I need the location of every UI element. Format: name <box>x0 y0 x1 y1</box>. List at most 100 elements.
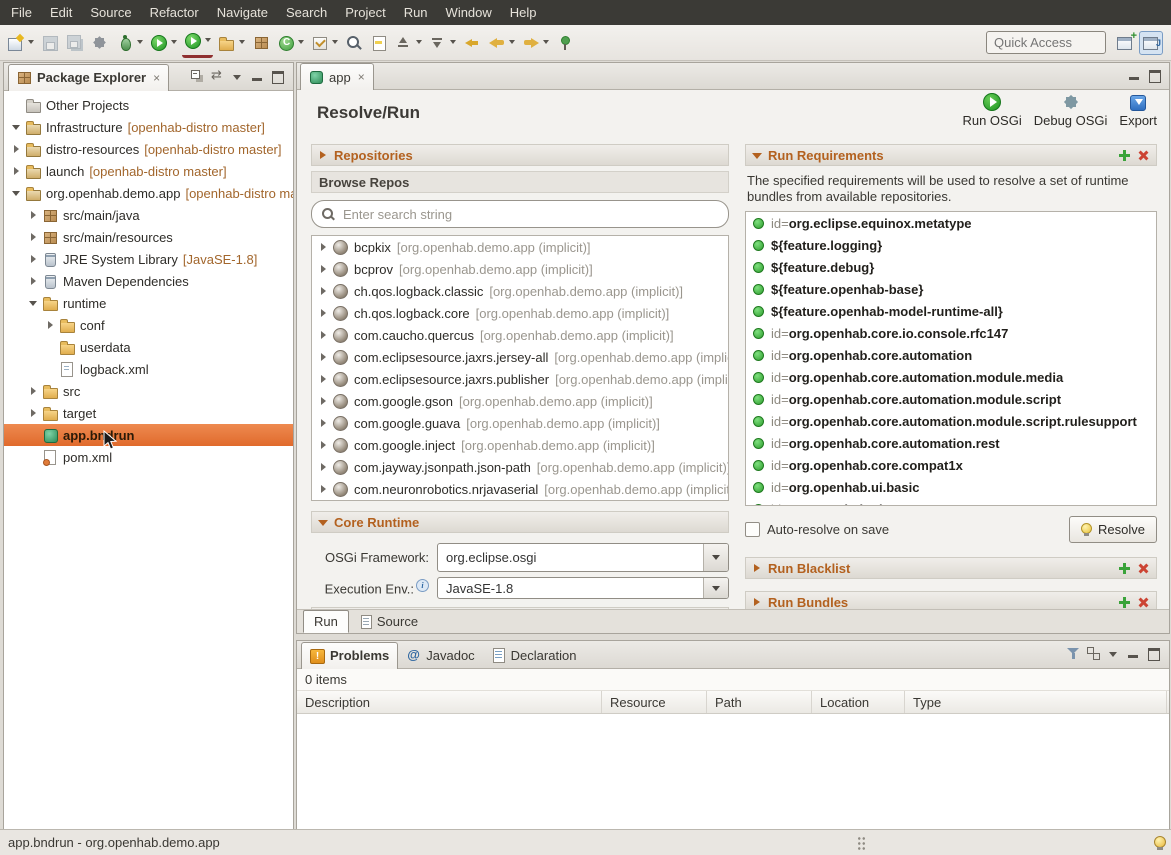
ch.qos.logback.classic[interactable]: ch.qos.logback.classic [org.openhab.demo… <box>312 280 728 302</box>
debug-button[interactable] <box>114 29 145 57</box>
ch.qos.logback.core[interactable]: ch.qos.logback.core [org.openhab.demo.ap… <box>312 302 728 324</box>
menu-item[interactable]: Help <box>501 2 546 23</box>
drag-handle[interactable] <box>857 836 866 850</box>
tree-item[interactable]: src <box>4 380 293 402</box>
maximize-button[interactable] <box>1145 645 1163 663</box>
view-menu-button[interactable] <box>229 68 247 86</box>
tab-javadoc[interactable]: Javadoc <box>398 642 482 668</box>
close-icon[interactable] <box>153 71 160 85</box>
quick-access-input[interactable] <box>986 31 1106 54</box>
tree-item[interactable]: conf <box>4 314 293 336</box>
org.openhab.core.compat1x[interactable]: id= org.openhab.core.compat1x <box>746 454 1156 476</box>
combo-dropdown-button[interactable] <box>703 544 728 571</box>
menu-item[interactable]: Navigate <box>208 2 277 23</box>
next-annotation-button[interactable] <box>427 29 458 57</box>
expand-arrow-icon[interactable] <box>317 351 330 364</box>
org.openhab.ui.basic[interactable]: id= org.openhab.ui.basic <box>746 476 1156 498</box>
filter-button[interactable] <box>1065 645 1083 663</box>
org.openhab.ui.paper[interactable]: id= org.openhab.ui.paper <box>746 498 1156 506</box>
expand-arrow-icon[interactable] <box>27 297 40 310</box>
tree-item[interactable]: launch [openhab-distro master] <box>4 160 293 182</box>
expand-arrow-icon[interactable] <box>27 407 40 420</box>
tree-item[interactable]: JRE System Library [JavaSE-1.8] <box>4 248 293 270</box>
run-button[interactable] <box>148 29 179 57</box>
expand-arrow-icon[interactable] <box>317 263 330 276</box>
tree-item[interactable]: app.bndrun <box>4 424 293 446</box>
twistie-icon[interactable] <box>752 597 763 608</box>
close-icon[interactable] <box>358 70 365 84</box>
debug-osgi-button[interactable]: Debug OSGi <box>1034 93 1108 128</box>
java-perspective-button[interactable] <box>1139 31 1163 55</box>
twistie-icon[interactable] <box>318 150 329 161</box>
osgi-framework-combo[interactable]: org.eclipse.osgi <box>437 543 729 572</box>
maximize-button[interactable] <box>1146 67 1164 85</box>
menu-item[interactable]: Run <box>395 2 437 23</box>
combo-dropdown-button[interactable] <box>703 578 728 598</box>
expand-arrow-icon[interactable] <box>317 285 330 298</box>
expand-arrow-icon[interactable] <box>44 319 57 332</box>
expand-arrow-icon[interactable] <box>10 187 23 200</box>
new-java-project-button[interactable] <box>216 29 247 57</box>
open-perspective-button[interactable] <box>1114 32 1136 54</box>
group-by-button[interactable] <box>1085 645 1103 663</box>
tree-item[interactable]: Maven Dependencies <box>4 270 293 292</box>
menu-item[interactable]: Source <box>81 2 140 23</box>
remove-blacklist-button[interactable] <box>1134 559 1152 577</box>
section-header-run-requirements[interactable]: Run Requirements <box>745 144 1157 166</box>
expand-arrow-icon[interactable] <box>10 165 23 178</box>
add-requirement-button[interactable] <box>1118 149 1131 162</box>
tab-source[interactable]: Source <box>349 610 429 633</box>
add-bundle-button[interactable] <box>1118 596 1131 609</box>
tab-problems[interactable]: Problems <box>301 642 398 669</box>
bcprov[interactable]: bcprov [org.openhab.demo.app (implicit)] <box>312 258 728 280</box>
back-button[interactable] <box>486 29 517 57</box>
build-all-button[interactable] <box>89 29 111 57</box>
view-menu-button[interactable] <box>1105 645 1123 663</box>
expand-arrow-icon[interactable] <box>27 231 40 244</box>
column-description[interactable]: Description <box>297 691 602 713</box>
expand-arrow-icon[interactable] <box>10 121 23 134</box>
${feature.logging}[interactable]: ${feature.logging} <box>746 234 1156 256</box>
add-blacklist-button[interactable] <box>1118 562 1131 575</box>
tree-item[interactable]: runtime <box>4 292 293 314</box>
coverage-button[interactable] <box>182 27 213 58</box>
expand-arrow-icon[interactable] <box>317 483 330 496</box>
tab-run[interactable]: Run <box>303 610 349 633</box>
${feature.openhab-model-runtime-all}[interactable]: ${feature.openhab-model-runtime-all} <box>746 300 1156 322</box>
tab-declaration[interactable]: Declaration <box>483 642 585 668</box>
new-package-button[interactable] <box>250 29 272 57</box>
expand-arrow-icon[interactable] <box>27 275 40 288</box>
tree-item[interactable]: src/main/resources <box>4 226 293 248</box>
maximize-button[interactable] <box>269 68 287 86</box>
tab-package-explorer[interactable]: Package Explorer <box>8 64 169 91</box>
mark-occurrences-button[interactable] <box>368 29 390 57</box>
pin-editor-button[interactable] <box>554 29 576 57</box>
repo-search-input[interactable] <box>341 206 718 223</box>
section-header-core-runtime[interactable]: Core Runtime <box>311 511 729 533</box>
org.openhab.core.automation.module.script[interactable]: id= org.openhab.core.automation.module.s… <box>746 388 1156 410</box>
com.google.inject[interactable]: com.google.inject [org.openhab.demo.app … <box>312 434 728 456</box>
editor-tab-app[interactable]: app <box>300 63 374 90</box>
tree-item[interactable]: pom.xml <box>4 446 293 468</box>
expand-arrow-icon[interactable] <box>317 461 330 474</box>
column-type[interactable]: Type <box>905 691 1167 713</box>
minimize-button[interactable] <box>249 68 267 86</box>
org.eclipse.equinox.metatype[interactable]: id= org.eclipse.equinox.metatype <box>746 212 1156 234</box>
twistie-icon[interactable] <box>752 150 763 161</box>
expand-arrow-icon[interactable] <box>10 143 23 156</box>
com.google.guava[interactable]: com.google.guava [org.openhab.demo.app (… <box>312 412 728 434</box>
com.eclipsesource.jaxrs.jersey-all[interactable]: com.eclipsesource.jaxrs.jersey-all [org.… <box>312 346 728 368</box>
com.eclipsesource.jaxrs.publisher[interactable]: com.eclipsesource.jaxrs.publisher [org.o… <box>312 368 728 390</box>
search-button[interactable] <box>343 29 365 57</box>
tree-item[interactable]: target <box>4 402 293 424</box>
menu-item[interactable]: Refactor <box>141 2 208 23</box>
expand-arrow-icon[interactable] <box>317 417 330 430</box>
${feature.debug}[interactable]: ${feature.debug} <box>746 256 1156 278</box>
menu-item[interactable]: Search <box>277 2 336 23</box>
org.openhab.core.automation.module.media[interactable]: id= org.openhab.core.automation.module.m… <box>746 366 1156 388</box>
expand-arrow-icon[interactable] <box>27 253 40 266</box>
link-with-editor-button[interactable] <box>209 68 227 86</box>
expand-arrow-icon[interactable] <box>27 209 40 222</box>
column-location[interactable]: Location <box>812 691 905 713</box>
run-osgi-button[interactable]: Run OSGi <box>962 93 1021 128</box>
